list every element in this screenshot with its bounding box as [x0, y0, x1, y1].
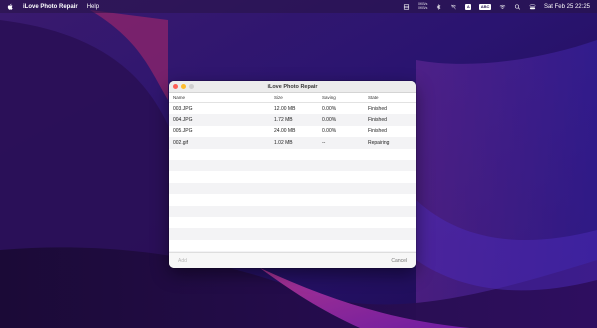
- cell-name: 005.JPG: [173, 128, 193, 135]
- cell-state: Finished: [368, 105, 387, 112]
- table-header: Name Size Saving State: [169, 93, 416, 103]
- empty-row: [169, 217, 416, 228]
- battery-icon[interactable]: ABC: [479, 3, 491, 10]
- net-download: 0KB/s: [418, 5, 428, 10]
- cell-saving: 0.00%: [322, 105, 337, 112]
- bluetooth-icon[interactable]: [435, 3, 442, 10]
- empty-row: [169, 205, 416, 217]
- empty-row: [169, 159, 416, 172]
- vpn-icon[interactable]: [450, 4, 457, 10]
- cell-state: Finished: [368, 128, 387, 135]
- window-controls: [173, 84, 194, 89]
- cell-name: 004.JPG: [173, 117, 193, 124]
- network-speed[interactable]: 0KB/s 0KB/s: [418, 2, 428, 10]
- cell-size: 12.00 MB: [274, 105, 296, 112]
- table-row[interactable]: 005.JPG 24.00 MB 0.00% Finished: [169, 126, 416, 137]
- cell-size: 24.00 MB: [274, 128, 296, 135]
- search-icon[interactable]: [514, 3, 521, 10]
- cell-saving: 0.00%: [322, 117, 337, 124]
- empty-row: [169, 171, 416, 182]
- window-title: iLove Photo Repair: [267, 83, 318, 90]
- menu-bar: iLove Photo Repair Help 0KB/s 0KB/s A AB…: [0, 0, 597, 13]
- column-header-state[interactable]: State: [368, 95, 416, 100]
- empty-row: [169, 149, 416, 160]
- apple-icon[interactable]: [7, 3, 14, 11]
- app-window: iLove Photo Repair Name Size Saving Stat…: [169, 81, 416, 268]
- input-source-badge[interactable]: A: [465, 3, 472, 10]
- column-header-saving[interactable]: Saving: [322, 95, 368, 100]
- app-menu[interactable]: iLove Photo Repair: [23, 4, 78, 10]
- cell-saving: --: [322, 139, 326, 146]
- clock[interactable]: Sat Feb 25 22:25: [544, 4, 590, 10]
- cell-state: Repairing: [368, 139, 390, 146]
- cell-name: 003.JPG: [173, 105, 193, 112]
- cell-saving: 0.00%: [322, 128, 337, 135]
- control-center-icon[interactable]: [529, 4, 536, 10]
- empty-row: [169, 182, 416, 195]
- empty-row: [169, 194, 416, 205]
- table-row[interactable]: 003.JPG 12.00 MB 0.00% Finished: [169, 103, 416, 114]
- file-table: 003.JPG 12.00 MB 0.00% Finished 004.JPG …: [169, 103, 416, 268]
- cell-size: 1.02 MB: [274, 139, 293, 146]
- window-footer: Add Cancel: [169, 252, 416, 268]
- cell-size: 1.72 MB: [274, 117, 293, 124]
- cancel-button[interactable]: Cancel: [391, 258, 416, 264]
- close-button[interactable]: [173, 84, 178, 89]
- add-button[interactable]: Add: [169, 258, 187, 264]
- table-row[interactable]: 004.JPG 1.72 MB 0.00% Finished: [169, 114, 416, 126]
- table-row[interactable]: 002.gif 1.02 MB -- Repairing: [169, 137, 416, 149]
- window-titlebar[interactable]: iLove Photo Repair: [169, 81, 416, 93]
- cell-name: 002.gif: [173, 139, 189, 146]
- cell-state: Finished: [368, 117, 387, 124]
- help-menu[interactable]: Help: [87, 4, 99, 10]
- minimize-button[interactable]: [181, 84, 186, 89]
- wifi-icon[interactable]: [499, 4, 506, 10]
- column-header-name[interactable]: Name: [169, 95, 274, 100]
- menu-extra-icon[interactable]: [403, 3, 410, 10]
- empty-row: [169, 228, 416, 240]
- empty-row: [169, 240, 416, 251]
- column-header-size[interactable]: Size: [274, 95, 322, 100]
- zoom-button[interactable]: [189, 84, 194, 89]
